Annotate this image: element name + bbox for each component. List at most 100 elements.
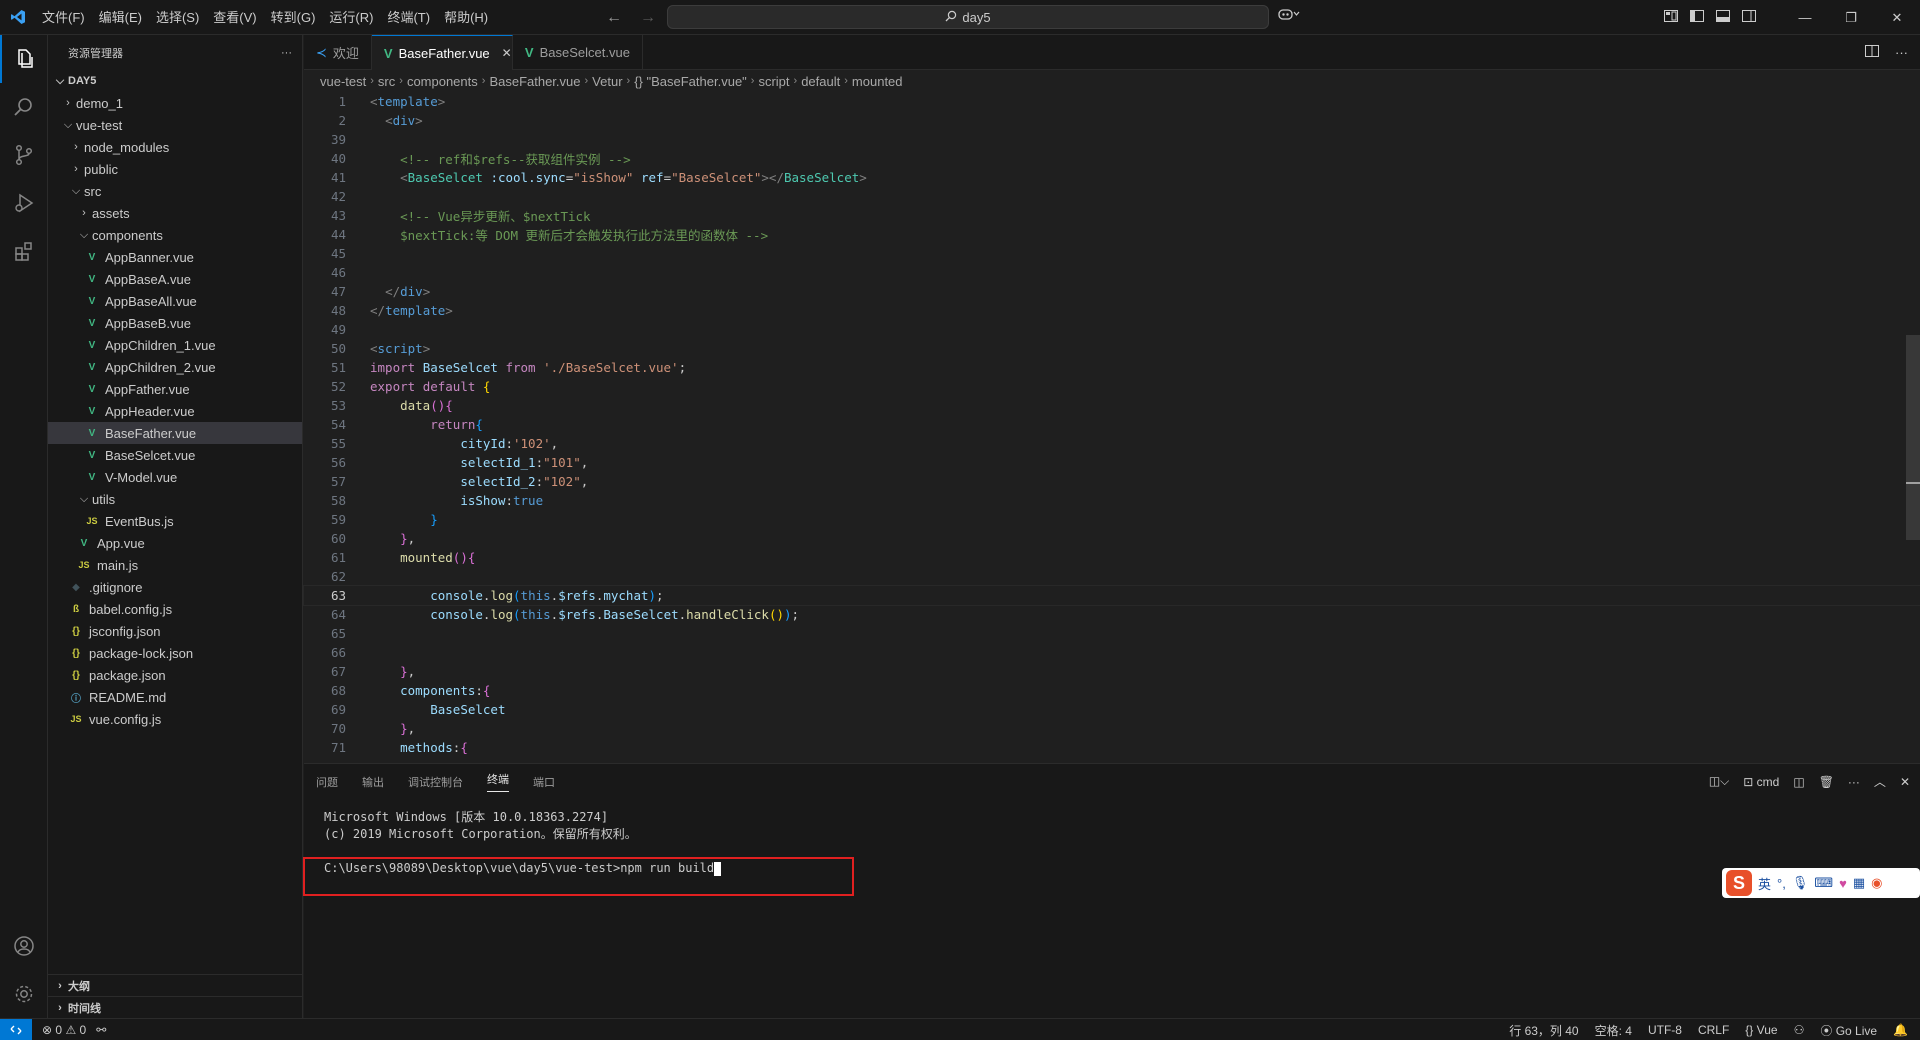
- cursor-position[interactable]: 行 63，列 40: [1509, 1022, 1578, 1039]
- folder-item[interactable]: › assets: [48, 202, 302, 224]
- punctuation-icon[interactable]: °,: [1777, 876, 1786, 891]
- code-editor[interactable]: 1 <template> 2 <div> 39 40 <!-- ref和$refs--获…: [303, 92, 1920, 757]
- file-item[interactable]: JS EventBus.js: [48, 510, 302, 532]
- breadcrumb-item[interactable]: default: [801, 74, 840, 89]
- emoji-icon[interactable]: ◉: [1871, 875, 1882, 891]
- file-item[interactable]: V BaseFather.vue: [48, 422, 302, 444]
- folder-item[interactable]: › node_modules: [48, 136, 302, 158]
- folder-item[interactable]: ⌵ utils: [48, 488, 302, 510]
- more-actions-icon[interactable]: ···: [1848, 775, 1860, 789]
- menu-item[interactable]: 终端(T): [380, 0, 437, 35]
- file-item[interactable]: V AppBaseA.vue: [48, 268, 302, 290]
- editor-tab[interactable]: ≺ 欢迎: [304, 35, 372, 70]
- workspace-root[interactable]: ⌵ DAY5: [48, 70, 302, 92]
- encoding[interactable]: UTF-8: [1648, 1023, 1682, 1037]
- outline-section[interactable]: › 大纲: [48, 974, 302, 996]
- ports-icon[interactable]: ⚯: [96, 1023, 106, 1037]
- end-of-line[interactable]: CRLF: [1698, 1023, 1729, 1037]
- notifications-icon[interactable]: 🔔: [1893, 1023, 1908, 1037]
- customize-layout-icon[interactable]: [1658, 10, 1684, 25]
- split-editor-icon[interactable]: [1865, 45, 1879, 60]
- toolbox-icon[interactable]: ▦: [1853, 875, 1865, 891]
- close-tab-icon[interactable]: ✕: [502, 46, 512, 60]
- kill-terminal-icon[interactable]: 🗑: [1819, 775, 1834, 789]
- maximize-panel-icon[interactable]: ︿: [1874, 773, 1886, 790]
- file-item[interactable]: V AppChildren_2.vue: [48, 356, 302, 378]
- editor-scrollbar[interactable]: [1906, 335, 1920, 540]
- breadcrumb-item[interactable]: {} "BaseFather.vue": [634, 74, 747, 89]
- file-item[interactable]: V App.vue: [48, 532, 302, 554]
- file-item[interactable]: V AppHeader.vue: [48, 400, 302, 422]
- menu-item[interactable]: 选择(S): [149, 0, 206, 35]
- minimize-button[interactable]: —: [1782, 0, 1828, 35]
- forward-arrow-icon[interactable]: →: [640, 9, 656, 27]
- file-item[interactable]: V BaseSelcet.vue: [48, 444, 302, 466]
- menu-item[interactable]: 运行(R): [322, 0, 380, 35]
- explorer-icon[interactable]: [0, 35, 48, 83]
- folder-item[interactable]: › public: [48, 158, 302, 180]
- file-item[interactable]: V AppBaseAll.vue: [48, 290, 302, 312]
- go-live-button[interactable]: ⦿ Go Live: [1820, 1022, 1877, 1039]
- search-icon[interactable]: [0, 83, 48, 131]
- toggle-sidebar-icon[interactable]: [1684, 10, 1710, 25]
- editor-tab[interactable]: V BaseFather.vue ✕: [371, 35, 513, 70]
- breadcrumb-item[interactable]: components: [407, 74, 478, 89]
- breadcrumb-item[interactable]: BaseFather.vue: [489, 74, 580, 89]
- ime-language-label[interactable]: 英: [1758, 874, 1771, 893]
- folder-item[interactable]: ⌵ src: [48, 180, 302, 202]
- source-control-icon[interactable]: [0, 131, 48, 179]
- file-item[interactable]: {} package.json: [48, 664, 302, 686]
- menu-item[interactable]: 文件(F): [35, 0, 92, 35]
- indentation[interactable]: 空格: 4: [1595, 1022, 1632, 1039]
- file-item[interactable]: ◆ .gitignore: [48, 576, 302, 598]
- settings-gear-icon[interactable]: [0, 970, 48, 1018]
- panel-tab[interactable]: 问题: [316, 774, 338, 790]
- file-item[interactable]: {} package-lock.json: [48, 642, 302, 664]
- language-mode[interactable]: {} Vue: [1745, 1023, 1777, 1037]
- skin-icon[interactable]: ♥: [1839, 876, 1847, 891]
- file-item[interactable]: JS main.js: [48, 554, 302, 576]
- terminal-layout-icon[interactable]: ◫⌵: [1709, 774, 1729, 789]
- copilot-icon[interactable]: [1278, 7, 1300, 24]
- problems-indicator[interactable]: ⊗ 0 ⚠ 0: [42, 1023, 86, 1037]
- keyboard-icon[interactable]: ⌨: [1814, 875, 1833, 891]
- breadcrumb-item[interactable]: script: [758, 74, 789, 89]
- close-window-button[interactable]: ✕: [1874, 0, 1920, 35]
- file-item[interactable]: {} jsconfig.json: [48, 620, 302, 642]
- ime-toolbar[interactable]: S 英 °, 🎙 ⌨ ♥ ▦ ◉: [1722, 868, 1920, 898]
- terminal-shell-selector[interactable]: ⊡ cmd: [1743, 775, 1779, 789]
- file-item[interactable]: V AppFather.vue: [48, 378, 302, 400]
- run-debug-icon[interactable]: [0, 179, 48, 227]
- menu-item[interactable]: 帮助(H): [437, 0, 495, 35]
- back-arrow-icon[interactable]: ←: [606, 9, 622, 27]
- panel-tab[interactable]: 调试控制台: [408, 774, 463, 790]
- folder-item[interactable]: ⌵ components: [48, 224, 302, 246]
- copilot-status-icon[interactable]: ⚇: [1794, 1023, 1805, 1037]
- toggle-panel-icon[interactable]: [1710, 10, 1736, 25]
- file-item[interactable]: ß babel.config.js: [48, 598, 302, 620]
- breadcrumb-item[interactable]: mounted: [852, 74, 903, 89]
- folder-item[interactable]: ⌵ vue-test: [48, 114, 302, 136]
- breadcrumb-item[interactable]: vue-test: [320, 74, 366, 89]
- split-terminal-icon[interactable]: ◫: [1793, 775, 1804, 789]
- accounts-icon[interactable]: [0, 922, 48, 970]
- file-item[interactable]: V V-Model.vue: [48, 466, 302, 488]
- restore-button[interactable]: ❐: [1828, 0, 1874, 35]
- remote-indicator-icon[interactable]: [0, 1018, 32, 1040]
- close-panel-icon[interactable]: ✕: [1900, 775, 1910, 789]
- panel-tab[interactable]: 输出: [362, 774, 384, 790]
- timeline-section[interactable]: › 时间线: [48, 996, 302, 1018]
- file-item[interactable]: V AppBaseB.vue: [48, 312, 302, 334]
- breadcrumb-item[interactable]: Vetur: [592, 74, 622, 89]
- panel-tab[interactable]: 终端: [487, 771, 509, 792]
- menu-item[interactable]: 转到(G): [264, 0, 323, 35]
- editor-tab[interactable]: V BaseSelcet.vue: [513, 35, 643, 70]
- command-center[interactable]: day5: [667, 5, 1269, 29]
- more-actions-icon[interactable]: ···: [1895, 45, 1908, 60]
- more-actions-icon[interactable]: ···: [281, 47, 292, 59]
- file-item[interactable]: V AppChildren_1.vue: [48, 334, 302, 356]
- file-item[interactable]: JS vue.config.js: [48, 708, 302, 730]
- toggle-secondary-sidebar-icon[interactable]: [1736, 10, 1762, 25]
- menu-item[interactable]: 查看(V): [206, 0, 263, 35]
- microphone-icon[interactable]: 🎙: [1792, 875, 1809, 891]
